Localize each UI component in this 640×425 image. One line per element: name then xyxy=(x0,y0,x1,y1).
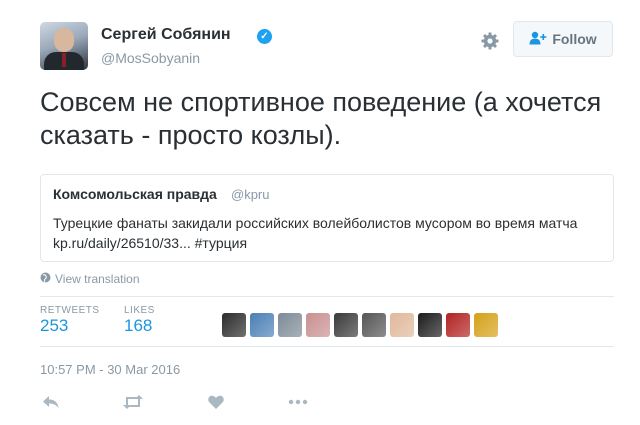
tweet-text: Совсем не спортивное поведение (а хочетс… xyxy=(40,87,602,150)
tweet-timestamp[interactable]: 10:57 PM - 30 Mar 2016 xyxy=(40,362,180,377)
liker-avatar[interactable] xyxy=(306,313,330,337)
retweets-count: 253 xyxy=(40,316,69,335)
liker-avatars xyxy=(222,313,498,337)
divider xyxy=(40,296,614,297)
divider xyxy=(40,346,614,347)
retweets-label: RETWEETS xyxy=(40,305,100,316)
likes-label: LIKES xyxy=(124,305,155,316)
reply-icon[interactable] xyxy=(40,394,62,410)
more-icon[interactable] xyxy=(287,394,309,410)
liker-avatar[interactable] xyxy=(446,313,470,337)
view-translation-label: View translation xyxy=(55,272,140,286)
quoted-tweet[interactable]: Комсомольская правда @kpru Турецкие фана… xyxy=(40,174,614,262)
retweets-stat[interactable]: RETWEETS 253 xyxy=(40,305,100,336)
liker-avatar[interactable] xyxy=(362,313,386,337)
liker-avatar[interactable] xyxy=(334,313,358,337)
gear-icon[interactable] xyxy=(480,31,500,51)
liker-avatar[interactable] xyxy=(278,313,302,337)
add-user-icon xyxy=(529,31,547,48)
author-name[interactable]: Сергей Собянин xyxy=(101,26,231,44)
follow-button[interactable]: Follow xyxy=(513,21,613,57)
quoted-author-handle: @kpru xyxy=(231,187,270,202)
retweet-icon[interactable] xyxy=(122,394,144,410)
follow-label: Follow xyxy=(552,31,597,47)
liker-avatar[interactable] xyxy=(250,313,274,337)
liker-avatar[interactable] xyxy=(418,313,442,337)
globe-icon xyxy=(40,272,51,286)
liker-avatar[interactable] xyxy=(474,313,498,337)
author-handle[interactable]: @MosSobyanin xyxy=(101,50,200,66)
quoted-author-name: Комсомольская правда xyxy=(53,186,217,202)
likes-stat[interactable]: LIKES 168 xyxy=(124,305,155,336)
quoted-tweet-text: Турецкие фанаты закидали российских воле… xyxy=(53,215,578,251)
liker-avatar[interactable] xyxy=(390,313,414,337)
likes-count: 168 xyxy=(124,316,153,335)
liker-avatar[interactable] xyxy=(222,313,246,337)
avatar[interactable] xyxy=(40,22,88,70)
view-translation-link[interactable]: View translation xyxy=(40,272,140,286)
like-icon[interactable] xyxy=(205,394,227,410)
verified-badge-icon: ✓ xyxy=(257,29,272,44)
